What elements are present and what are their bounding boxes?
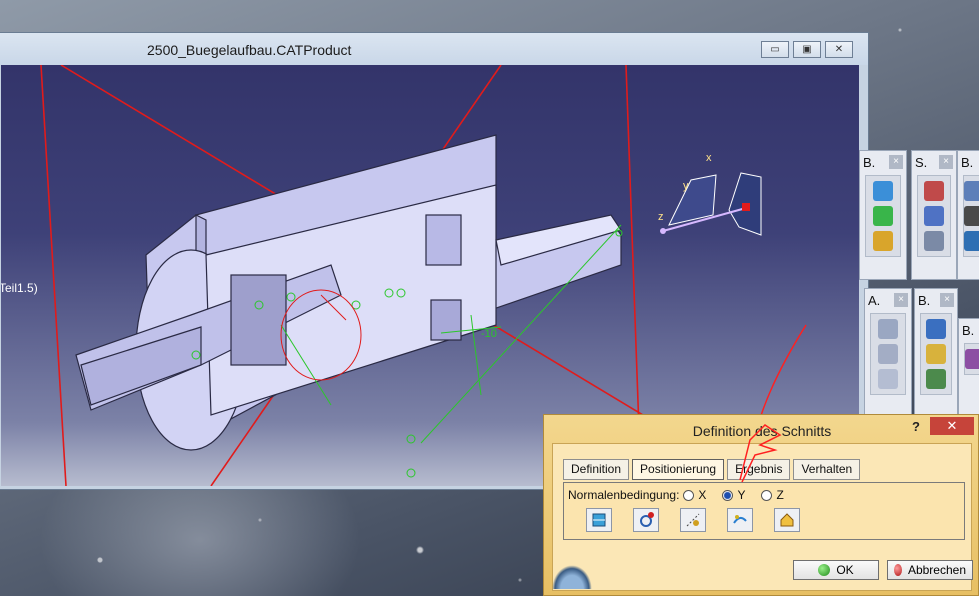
toolbar-b3-close-button[interactable]: × xyxy=(940,293,954,307)
toolbar-s[interactable]: S. × xyxy=(911,150,957,280)
assembly-icon[interactable] xyxy=(873,181,893,201)
ok-button[interactable]: OK xyxy=(793,560,879,580)
edit-position-icon xyxy=(592,513,606,527)
window-titlebar[interactable]: 2500_Buegelaufbau.CATProduct ▭ ▣ ✕ xyxy=(0,33,868,65)
radio-x[interactable] xyxy=(683,489,695,501)
annotation-arrow xyxy=(739,424,782,483)
toolbar-b1-close-button[interactable]: × xyxy=(889,155,903,169)
ok-label: OK xyxy=(836,563,854,577)
positioning-panel: Normalenbedingung: X Y Z xyxy=(563,482,965,540)
toolbar-a-title: A. xyxy=(868,292,881,308)
close-window-button[interactable]: ✕ xyxy=(825,41,853,58)
window-title: 2500_Buegelaufbau.CATProduct xyxy=(147,42,352,58)
flag-note-icon[interactable] xyxy=(878,369,898,389)
tab-strip: Definition Positionierung Ergebnis Verha… xyxy=(563,459,861,480)
reset-position-button[interactable] xyxy=(774,508,800,532)
toolbar-s-close-button[interactable]: × xyxy=(939,155,953,169)
home-icon xyxy=(780,513,794,527)
toolbar-a-close-button[interactable]: × xyxy=(894,293,908,307)
normal-condition-row: Normalenbedingung: X Y Z xyxy=(568,488,784,502)
invert-normal-button[interactable] xyxy=(727,508,753,532)
toolbar-b4-title: B. xyxy=(962,322,975,338)
fix-icon[interactable] xyxy=(964,206,979,226)
insert-component-icon[interactable] xyxy=(873,206,893,226)
compass-z-label: z xyxy=(658,211,664,223)
toolbar-b2[interactable]: B. xyxy=(957,150,979,280)
toolbar-b1[interactable]: B. × xyxy=(859,150,907,280)
position-by-element-button[interactable] xyxy=(680,508,706,532)
ok-icon xyxy=(818,564,831,576)
dimension-label: -10 xyxy=(481,328,497,340)
render-icon[interactable] xyxy=(965,349,979,369)
normal-condition-label: Normalenbedingung: xyxy=(568,488,680,502)
restore-button[interactable]: ▣ xyxy=(793,41,821,58)
radio-x-label: X xyxy=(698,488,707,502)
weld-icon[interactable] xyxy=(878,319,898,339)
text-annotation-icon[interactable] xyxy=(878,344,898,364)
clash-icon[interactable] xyxy=(926,344,946,364)
new-product-icon[interactable] xyxy=(873,231,893,251)
cancel-button[interactable]: Abbrechen xyxy=(887,560,973,580)
radio-y[interactable] xyxy=(722,489,734,501)
compass-x-label: x xyxy=(706,152,712,164)
measure-icon[interactable] xyxy=(926,319,946,339)
radio-z-label: Z xyxy=(776,488,784,502)
toolbar-b1-title: B. xyxy=(863,154,876,170)
move-icon[interactable] xyxy=(924,181,944,201)
toolbar-s-title: S. xyxy=(915,154,928,170)
snap-icon[interactable] xyxy=(924,206,944,226)
toolbar-b4[interactable]: B. xyxy=(958,318,979,418)
positioning-tools xyxy=(586,508,800,532)
radio-z[interactable] xyxy=(761,489,773,501)
dialog-globe-decoration xyxy=(552,565,592,589)
section-icon[interactable] xyxy=(926,369,946,389)
radio-y-label: Y xyxy=(737,488,746,502)
explode-icon[interactable] xyxy=(924,231,944,251)
tab-definition[interactable]: Definition xyxy=(563,459,630,480)
toolbar-a[interactable]: A. × xyxy=(864,288,912,418)
dialog-close-button[interactable]: ✕ xyxy=(930,417,974,435)
tab-positionierung[interactable]: Positionierung xyxy=(632,459,725,480)
edit-position-button[interactable] xyxy=(586,508,612,532)
target-icon xyxy=(640,512,654,527)
position-element-icon xyxy=(686,513,700,527)
tab-verhalten[interactable]: Verhalten xyxy=(793,459,861,480)
cancel-icon xyxy=(894,564,902,576)
contact-icon[interactable] xyxy=(964,231,979,251)
compass-y-label: y xyxy=(683,180,689,192)
compass-widget[interactable]: x y z xyxy=(658,152,762,236)
toolbar-b3-title: B. xyxy=(918,292,931,308)
spec-tree-fragment[interactable]: Teil1.5) xyxy=(1,281,38,295)
help-button[interactable]: ? xyxy=(912,419,920,434)
section-body xyxy=(75,134,622,451)
minimize-button[interactable]: ▭ xyxy=(761,41,789,58)
constraint-icon[interactable] xyxy=(964,181,979,201)
cancel-label: Abbrechen xyxy=(907,563,966,577)
toolbar-b2-title: B. xyxy=(961,154,974,170)
invert-normal-icon xyxy=(733,515,747,524)
geometrical-target-button[interactable] xyxy=(633,508,659,532)
toolbar-b3[interactable]: B. × xyxy=(914,288,958,418)
